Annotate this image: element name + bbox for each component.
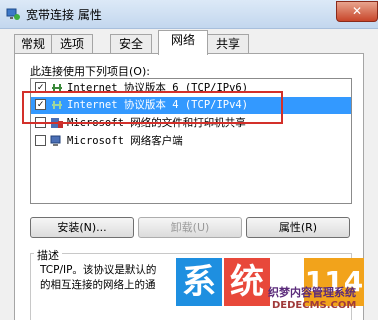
watermark-url: DEDECMS.COM: [272, 300, 357, 311]
annotation-highlight-box: [22, 91, 283, 124]
window-title: 宽带连接 属性: [26, 8, 102, 22]
network-connection-icon: [6, 8, 20, 20]
title-bar: 宽带连接 属性 ✕: [0, 0, 378, 29]
watermark-char: 系: [176, 258, 222, 306]
connection-items-label: 此连接使用下列项目(O):: [30, 65, 150, 78]
watermark-logo: 系 统 114 织梦内容管理系统 DEDECMS.COM: [176, 258, 378, 319]
tab-options[interactable]: 选项: [51, 34, 93, 54]
network-client-icon: [50, 135, 61, 146]
watermark-char: 统: [224, 258, 270, 306]
tab-security[interactable]: 安全: [110, 34, 152, 54]
close-button[interactable]: ✕: [336, 1, 378, 22]
properties-button[interactable]: 属性(R): [246, 217, 350, 238]
uninstall-button[interactable]: 卸载(U): [138, 217, 242, 238]
tab-sharing[interactable]: 共享: [207, 34, 249, 54]
watermark-subtitle: 织梦内容管理系统: [268, 286, 356, 299]
list-item-label: Microsoft 网络客户端: [67, 135, 183, 147]
tab-network[interactable]: 网络: [158, 30, 208, 55]
list-item[interactable]: Microsoft 网络客户端: [31, 133, 351, 150]
tab-general[interactable]: 常规: [14, 34, 52, 54]
description-title: 描述: [34, 247, 62, 263]
checkbox[interactable]: [35, 135, 46, 146]
install-button[interactable]: 安装(N)...: [30, 217, 134, 238]
